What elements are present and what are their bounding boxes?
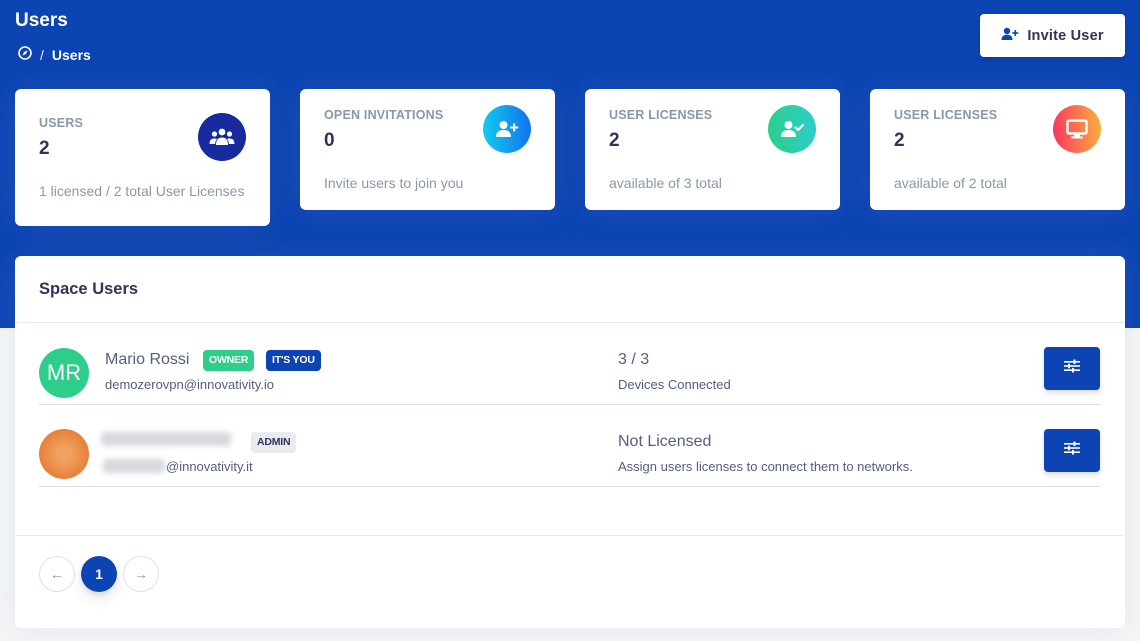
avatar <box>39 429 89 479</box>
you-badge: IT'S YOU <box>266 350 321 371</box>
table-row: MR Mario Rossi OWNER IT'S YOU demozerovp… <box>39 323 1101 405</box>
license-hint: Assign users licenses to connect them to… <box>618 459 913 474</box>
divider <box>15 535 1125 536</box>
stat-value: 2 <box>39 138 50 159</box>
user-settings-button[interactable] <box>1044 347 1100 390</box>
stat-card-user-licenses-2: USER LICENSES 2 available of 2 total <box>870 89 1125 210</box>
stat-label: USER LICENSES <box>609 108 713 122</box>
stat-card-users: USERS 2 1 licensed / 2 total User Licens… <box>15 89 270 226</box>
stat-description: available of 2 total <box>894 175 1007 191</box>
stat-description: available of 3 total <box>609 175 722 191</box>
page-title: Users <box>15 10 68 31</box>
stat-description: Invite users to join you <box>324 175 464 191</box>
redacted-name <box>101 432 231 446</box>
sliders-icon <box>1064 441 1080 460</box>
table-row: ADMIN @innovativity.it Not Licensed Assi… <box>39 405 1101 487</box>
pagination-page-1[interactable]: 1 <box>81 556 117 592</box>
monitor-icon <box>1053 105 1101 153</box>
invite-user-label: Invite User <box>1027 27 1104 44</box>
user-settings-button[interactable] <box>1044 429 1100 472</box>
avatar: MR <box>39 348 89 398</box>
stat-label: OPEN INVITATIONS <box>324 108 444 122</box>
compass-icon[interactable] <box>18 46 32 63</box>
users-icon <box>198 113 246 161</box>
invite-user-button[interactable]: Invite User <box>980 14 1125 57</box>
stat-value: 2 <box>894 130 905 151</box>
pagination-prev[interactable]: ← <box>39 556 75 592</box>
user-name: Mario Rossi <box>105 351 190 368</box>
breadcrumb-current[interactable]: Users <box>52 47 91 63</box>
stat-description: 1 licensed / 2 total User Licenses <box>39 183 245 199</box>
user-email: demozerovpn@innovativity.io <box>105 377 275 392</box>
license-status: Not Licensed <box>618 433 712 450</box>
stat-label: USERS <box>39 116 84 130</box>
breadcrumb: / Users <box>18 46 91 63</box>
stat-value: 0 <box>324 130 335 151</box>
devices-label: Devices Connected <box>618 377 731 392</box>
space-users-card: Space Users MR Mario Rossi OWNER IT'S YO… <box>15 256 1125 628</box>
stat-value: 2 <box>609 130 620 151</box>
stat-card-user-licenses: USER LICENSES 2 available of 3 total <box>585 89 840 210</box>
space-users-title: Space Users <box>15 256 1125 323</box>
user-plus-icon <box>483 105 531 153</box>
owner-badge: OWNER <box>203 350 255 371</box>
admin-badge: ADMIN <box>251 432 297 453</box>
breadcrumb-separator: / <box>40 46 44 63</box>
devices-count: 3 / 3 <box>618 351 650 368</box>
user-email: @innovativity.it <box>166 459 253 474</box>
sliders-icon <box>1064 359 1080 378</box>
user-plus-icon <box>1001 27 1019 45</box>
pagination-next[interactable]: → <box>123 556 159 592</box>
stat-card-open-invitations: OPEN INVITATIONS 0 Invite users to join … <box>300 89 555 210</box>
stat-label: USER LICENSES <box>894 108 998 122</box>
user-check-icon <box>768 105 816 153</box>
redacted-email <box>103 459 165 473</box>
